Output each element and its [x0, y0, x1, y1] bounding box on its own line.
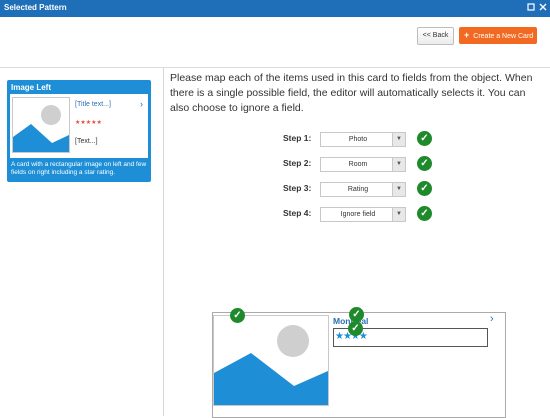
check-icon: ✓: [417, 131, 432, 146]
step-1-label: Step 1:: [283, 133, 312, 143]
step-3-value: Rating: [347, 186, 369, 193]
step-2-select[interactable]: Room ▼: [320, 157, 406, 172]
check-icon: ✓: [230, 308, 245, 323]
mapping-instructions: Please map each of the items used in thi…: [170, 72, 533, 114]
check-icon: ✓: [349, 307, 364, 322]
step-4-select[interactable]: Ignore field ▼: [320, 207, 406, 222]
step-3-label: Step 3:: [283, 183, 312, 193]
create-new-card-label: Create a New Card: [473, 33, 534, 40]
step-1-value: Photo: [348, 136, 368, 143]
chevron-right-icon[interactable]: ›: [490, 313, 494, 325]
close-icon[interactable]: [539, 3, 547, 11]
step-2-value: Room: [348, 161, 368, 168]
check-icon: ✓: [348, 321, 363, 336]
check-icon: ✓: [417, 206, 432, 221]
pattern-tile-image-left[interactable]: Image Left [Title text...] › ★★★★★ [Text…: [7, 80, 151, 182]
pattern-list-panel: Image Left [Title text...] › ★★★★★ [Text…: [0, 68, 164, 416]
tile-star-rating: ★★★★★: [75, 120, 102, 126]
dropdown-arrow-icon[interactable]: ▼: [392, 158, 405, 171]
check-icon: ✓: [417, 181, 432, 196]
create-new-card-button[interactable]: + Create a New Card: [459, 27, 537, 44]
toolbar: << Back + Create a New Card: [0, 17, 550, 68]
tile-title-field: [Title text...]: [75, 101, 111, 108]
step-2-label: Step 2:: [283, 158, 312, 168]
dropdown-arrow-icon[interactable]: ▼: [392, 183, 405, 196]
step-1-select[interactable]: Photo ▼: [320, 132, 406, 147]
step-4-value: Ignore field: [340, 211, 376, 218]
dropdown-arrow-icon[interactable]: ▼: [392, 133, 405, 146]
dropdown-arrow-icon[interactable]: ▼: [392, 208, 405, 221]
tile-text-field: [Text...]: [75, 138, 98, 145]
step-3-select[interactable]: Rating ▼: [320, 182, 406, 197]
window-titlebar: Selected Pattern: [0, 0, 550, 17]
chevron-right-icon: ›: [140, 99, 143, 109]
pattern-tile-description: A card with a rectangular image on left …: [11, 161, 147, 176]
back-button[interactable]: << Back: [417, 27, 454, 45]
image-placeholder-icon: [12, 97, 70, 153]
plus-icon: +: [464, 30, 470, 40]
check-icon: ✓: [417, 156, 432, 171]
pattern-tile-title: Image Left: [11, 83, 52, 92]
maximize-icon[interactable]: [527, 3, 535, 11]
step-4-label: Step 4:: [283, 208, 312, 218]
image-placeholder-icon: [213, 315, 329, 406]
window-title: Selected Pattern: [4, 3, 67, 12]
pattern-tile-preview: [Title text...] › ★★★★★ [Text...]: [10, 94, 148, 158]
